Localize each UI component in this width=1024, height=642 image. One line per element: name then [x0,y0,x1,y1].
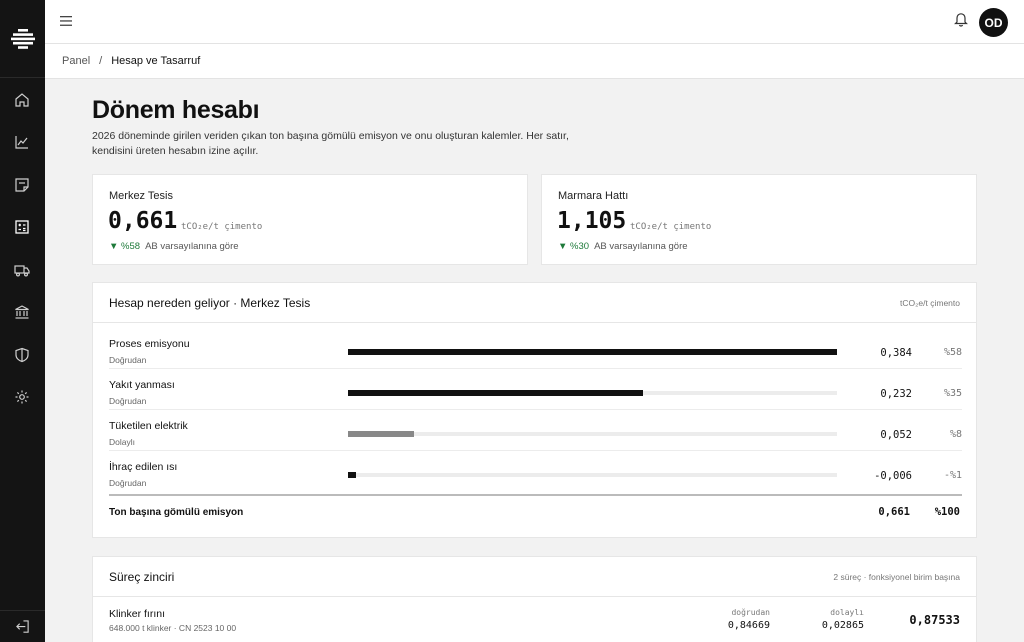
sidebar-item-institution[interactable] [11,301,33,323]
kpi-delta: ▼ %58 AB varsayılanına göre [109,241,239,252]
process-chain-panel: Süreç zinciri 2 süreç · fonksiyonel biri… [92,556,977,642]
row-type: Dolaylı [109,437,135,447]
top-bar: OD [45,0,1024,44]
share-bar-track [348,431,837,437]
row-value: 0,052 [880,429,912,441]
page-title: Dönem hesabı [92,96,260,124]
breadcrumb-current: Hesap ve Tasarruf [111,55,201,67]
notifications-button[interactable] [954,11,970,29]
process-direct-value: 0,84669 [727,620,770,631]
share-bar-fill [348,390,644,396]
kpi-delta-value: ▼ %30 [558,241,590,252]
process-details: 648.000 t klinker · CN 2523 10 00 [109,623,237,633]
kpi-facility-name: Marmara Hattı [558,190,629,202]
note-icon [15,178,29,192]
row-name: Yakıt yanması [109,379,175,391]
total-percent: %100 [934,506,960,518]
row-name: Proses emisyonu [109,338,190,350]
share-bar-track [348,390,837,396]
bell-icon [954,13,968,27]
row-percent: %58 [943,347,962,358]
row-value: -0,006 [874,470,912,482]
share-bar-fill [348,472,356,478]
sidebar-item-logistics[interactable] [11,259,33,281]
share-bar-fill [348,431,414,437]
column-direct-header: doğrudan [731,608,770,617]
share-bar-track [348,472,837,478]
process-total-value: 0,87533 [909,613,960,627]
user-avatar[interactable]: OD [979,8,1008,37]
sidebar-item-home[interactable] [11,89,33,111]
sidebar-item-notes[interactable] [11,174,33,196]
breakdown-row[interactable]: Tüketilen elektrik Dolaylı 0,052 %8 [109,410,962,451]
kpi-unit: tCO₂e/t çimento [181,222,263,232]
row-type: Doğrudan [109,396,147,406]
row-name: İhraç edilen ısı [109,461,178,473]
avatar-initials: OD [984,15,1003,30]
row-percent: %8 [949,429,962,440]
breadcrumb: Panel / Hesap ve Tasarruf [45,44,1024,79]
breadcrumb-separator: / [99,55,103,67]
share-bar-track [348,349,837,355]
row-type: Doğrudan [109,478,147,488]
stacked-lines-logo-icon [10,28,35,49]
row-value: 0,232 [880,388,912,400]
breakdown-row[interactable]: Proses emisyonu Doğrudan 0,384 %58 [109,328,962,369]
logout-icon [16,620,29,633]
share-bar-fill [348,349,837,355]
breadcrumb-parent-link[interactable]: Panel [62,55,90,67]
row-value: 0,384 [880,347,912,359]
process-chain-note: 2 süreç · fonksiyonel birim başına [833,572,960,582]
sidebar-item-security[interactable] [11,344,33,366]
bank-icon [15,305,29,319]
kpi-delta-note: AB varsayılanına göre [145,241,239,252]
kpi-value: 0,661 [108,208,178,234]
sidebar-item-settings[interactable] [11,386,33,408]
column-indirect-header: dolaylı [830,608,864,617]
menu-button[interactable] [60,13,74,29]
row-type: Doğrudan [109,355,147,365]
shield-icon [15,347,29,363]
truck-icon [14,265,30,277]
breakdown-row[interactable]: İhraç edilen ısı Doğrudan -0,006 -%1 [109,451,962,492]
sidebar-item-calculation[interactable] [11,216,33,238]
breakdown-unit-note: tCO₂e/t çimento [900,298,960,308]
sidebar-item-analytics[interactable] [11,131,33,153]
process-indirect-value: 0,02865 [821,620,864,631]
kpi-delta-value: ▼ %58 [109,241,141,252]
breakdown-panel: Hesap nereden geliyor · Merkez Tesis tCO… [92,282,977,538]
page-description: 2026 döneminde girilen veriden çıkan ton… [92,130,569,157]
gear-icon [15,390,29,404]
breakdown-title: Hesap nereden geliyor · Merkez Tesis [109,296,311,310]
kpi-facility-name: Merkez Tesis [109,190,173,202]
sidebar [0,0,45,642]
total-label: Ton başına gömülü emisyon [109,507,244,518]
home-icon [15,93,29,107]
calculator-icon [15,220,29,234]
kpi-delta: ▼ %30 AB varsayılanına göre [558,241,688,252]
row-name: Tüketilen elektrik [109,420,188,432]
kpi-card-merkez[interactable]: Merkez Tesis 0,661 tCO₂e/t çimento ▼ %58… [92,174,528,265]
kpi-unit: tCO₂e/t çimento [630,222,712,232]
process-name: Klinker fırını [109,608,166,620]
kpi-card-marmara[interactable]: Marmara Hattı 1,105 tCO₂e/t çimento ▼ %3… [541,174,977,265]
logout-button[interactable] [0,610,45,642]
kpi-delta-note: AB varsayılanına göre [594,241,688,252]
row-percent: -%1 [943,470,962,481]
process-chain-title: Süreç zinciri [109,570,175,584]
row-percent: %35 [943,388,962,399]
hamburger-icon [60,16,72,26]
brand-logo[interactable] [0,0,45,78]
chart-icon [15,136,28,149]
breakdown-row[interactable]: Yakıt yanması Doğrudan 0,232 %35 [109,369,962,410]
kpi-value: 1,105 [557,208,627,234]
total-value: 0,661 [878,506,910,518]
